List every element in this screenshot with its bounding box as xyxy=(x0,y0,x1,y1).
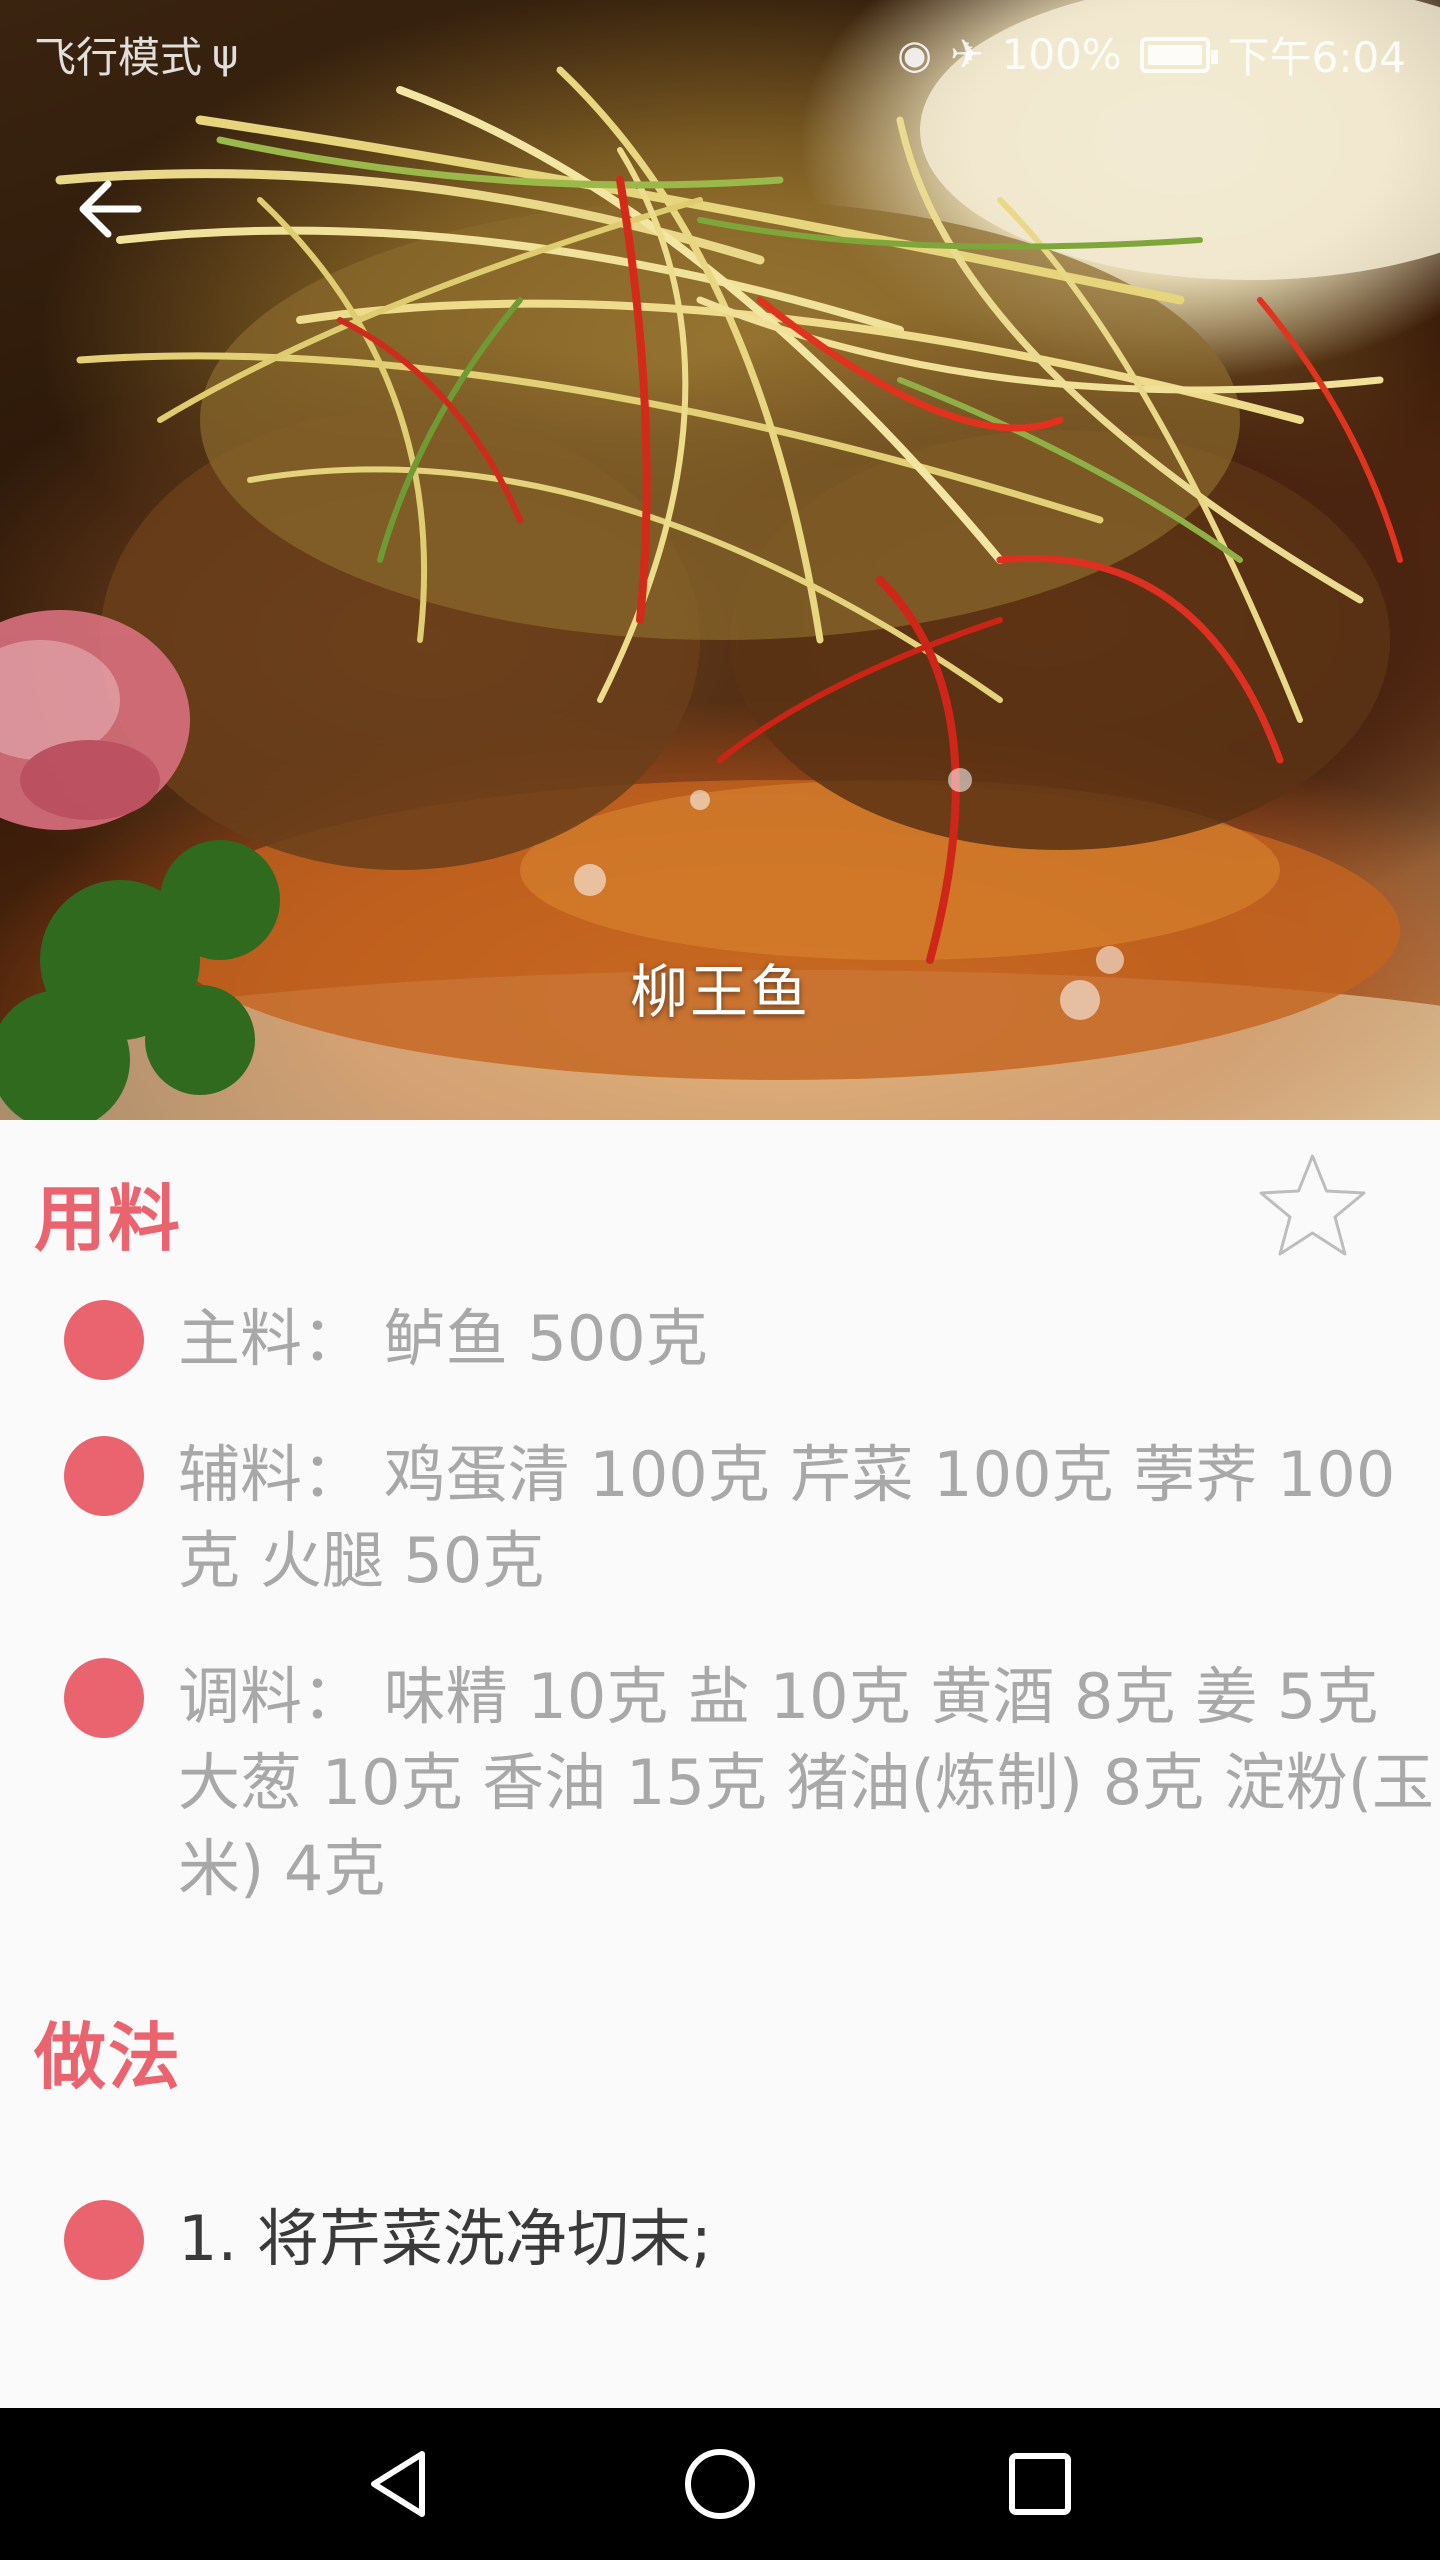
ingredient-text: 调料： 味精 10克 盐 10克 黄酒 8克 姜 5克 大葱 10克 香油 15… xyxy=(178,1660,1435,1905)
bullet-dot xyxy=(64,2200,144,2280)
ingredient-text: 辅料： 鸡蛋清 100克 芹菜 100克 荸荠 100克 火腿 50克 xyxy=(178,1438,1396,1597)
status-right: ◉ ✈ 100% 下午6:04 xyxy=(897,24,1406,85)
dish-title: 柳王鱼 xyxy=(629,958,810,1026)
status-bar: 飞行模式 ψ ◉ ✈ 100% 下午6:04 xyxy=(0,0,1440,100)
bullet-dot xyxy=(64,1300,144,1380)
battery-icon xyxy=(1139,36,1218,73)
battery-percent: 100% xyxy=(1001,30,1122,79)
ingredients-heading: 用料 xyxy=(34,1177,183,1261)
usb-icon: ψ xyxy=(212,31,239,78)
ingredient-item-seasoning: 调料： 味精 10克 盐 10克 黄酒 8克 姜 5克 大葱 10克 香油 15… xyxy=(64,1658,1434,1928)
ingredient-text: 主料： 鲈鱼 500克 xyxy=(178,1302,708,1375)
arrow-left-icon xyxy=(79,180,142,238)
airplane-icon: ✈ xyxy=(950,31,984,78)
bullet-dot xyxy=(64,1436,144,1516)
step-text: 1. 将芹菜洗净切末; xyxy=(178,2202,712,2275)
bullet-dot xyxy=(64,1658,144,1738)
clock: 下午6:04 xyxy=(1227,33,1406,82)
status-left: 飞行模式 ψ xyxy=(34,24,238,85)
method-heading: 做法 xyxy=(34,2015,183,2099)
recipe-content: 用料 主料： 鲈鱼 500克 辅料： 鸡蛋清 100克 芹菜 100克 荸荠 1… xyxy=(0,1120,1440,2408)
back-button[interactable] xyxy=(68,164,158,254)
system-navigation-bar xyxy=(0,2408,1440,2560)
favorite-button[interactable] xyxy=(1255,1150,1370,1265)
star-outline-icon xyxy=(1259,1154,1366,1256)
home-circle-icon xyxy=(685,2449,755,2519)
back-triangle-icon xyxy=(371,2451,425,2517)
nav-home-button[interactable] xyxy=(672,2436,768,2532)
airplane-mode-label: 飞行模式 xyxy=(34,33,203,82)
nav-recents-button[interactable] xyxy=(992,2436,1088,2532)
recents-square-icon xyxy=(1009,2453,1071,2515)
ingredient-item-auxiliary: 辅料： 鸡蛋清 100克 芹菜 100克 荸荠 100克 火腿 50克 xyxy=(64,1436,1395,1626)
method-step: 1. 将芹菜洗净切末; xyxy=(64,2200,1384,2300)
ingredient-item-main: 主料： 鲈鱼 500克 xyxy=(64,1300,1384,1400)
nav-back-button[interactable] xyxy=(352,2436,448,2532)
dish-hero-image: 飞行模式 ψ ◉ ✈ 100% 下午6:04 柳王鱼 xyxy=(0,0,1440,1120)
eye-icon: ◉ xyxy=(897,31,933,78)
